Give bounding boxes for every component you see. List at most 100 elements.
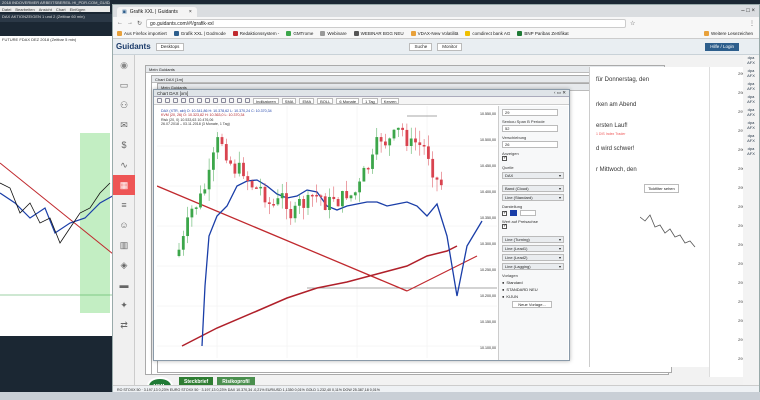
senkou-input[interactable]: 52 (502, 125, 558, 132)
dollar-icon[interactable]: $ (113, 135, 135, 155)
line-style-select[interactable] (520, 210, 536, 216)
tab-close-icon[interactable]: × (189, 9, 192, 15)
reload-icon[interactable]: ↻ (137, 20, 142, 27)
dpa-afx-icon[interactable]: dpa AFX (743, 55, 759, 68)
dpa-afx-icon[interactable]: dpa AFX (743, 107, 759, 120)
candle (285, 193, 288, 209)
band-select[interactable]: Band (Cloud) ▾ (502, 185, 564, 192)
template-option[interactable]: ● Standard (502, 280, 565, 285)
news-item[interactable]: r Mittwoch, den (590, 165, 709, 176)
print-icon[interactable] (221, 98, 226, 103)
line-lagging-select[interactable]: Line (Lagging) ▾ (502, 263, 564, 270)
news-more-button[interactable]: Tickfilter sehen (644, 184, 679, 193)
settings-icon[interactable] (205, 98, 210, 103)
template-option[interactable]: ● KIJUN (502, 294, 565, 299)
bookmark-item[interactable]: WEBINAR BGG NEU (353, 31, 404, 36)
dpa-afx-icon[interactable]: dpa AFX (743, 94, 759, 107)
list-icon[interactable]: ≡ (113, 195, 135, 215)
arrows-icon[interactable]: ⇄ (113, 315, 135, 335)
line-turning-select[interactable]: Line (Turning) ▾ (502, 236, 564, 243)
dpa-afx-icon[interactable]: dpa AFX (743, 68, 759, 81)
people-icon[interactable]: ⚇ (113, 95, 135, 115)
bookmark-star-icon[interactable]: ☆ (630, 20, 635, 27)
bookmark-item[interactable]: Webinare (320, 31, 347, 36)
ema-button[interactable]: EMA (299, 97, 315, 104)
help-login-button[interactable]: Hilfe / Login (705, 42, 739, 51)
source-select[interactable]: DAX ▾ (502, 172, 564, 179)
news-item[interactable]: d wird schwer! (590, 144, 709, 155)
tools-icon[interactable]: ✦ (113, 295, 135, 315)
sma-button[interactable]: SMA (281, 97, 297, 104)
url-input[interactable]: go.guidants.com/#!/grafik-xxl (146, 18, 627, 28)
line-lead1-select[interactable]: Line (Lead1) ▾ (502, 245, 564, 252)
bookmark-item[interactable]: Aus Firefox importiert (117, 31, 167, 36)
chat-icon[interactable]: ✉ (113, 115, 135, 135)
line-lead2-select[interactable]: Line (Lead2) ▾ (502, 254, 564, 261)
chart-type-select[interactable]: Kerzen (380, 97, 400, 104)
news-item[interactable]: rken am Abend (590, 100, 709, 111)
bg-menu-item[interactable]: Bearbeiten (15, 7, 34, 12)
period-input[interactable]: 29 (502, 109, 558, 116)
new-template-button[interactable]: Neue Vorlage... (512, 301, 552, 308)
undo-icon[interactable] (229, 98, 234, 103)
guidants-logo[interactable]: Guidants (116, 42, 151, 51)
monitor-button[interactable]: Monitor (437, 42, 463, 51)
price-chart[interactable] (157, 106, 497, 358)
line-standard-select[interactable]: Line (Standard) ▾ (502, 194, 564, 201)
desktops-button[interactable]: Desktops (155, 42, 185, 51)
grid-icon[interactable]: ▦ (113, 175, 135, 195)
browser-tab[interactable]: ▣ Grafik XXL | Guidants × (117, 7, 197, 17)
cursor-icon[interactable] (157, 98, 162, 103)
text-tool-icon[interactable] (181, 98, 186, 103)
dpa-afx-icon[interactable]: dpa AFX (743, 81, 759, 94)
bg-menu-item[interactable]: Einfügen (70, 7, 86, 12)
dpa-afx-icon[interactable]: dpa AFX (743, 146, 759, 159)
bookmark-item[interactable]: comdirect bank AG (465, 31, 510, 36)
bars-icon[interactable]: ▥ (113, 235, 135, 255)
bookmark-item[interactable]: Weitere Lesezeichen (704, 31, 753, 36)
menu-icon[interactable]: ⋮ (749, 20, 755, 27)
value-axis-checkbox[interactable] (502, 223, 507, 229)
display-checkbox[interactable] (502, 210, 507, 216)
period-select[interactable]: 6 Monate (336, 97, 360, 104)
news-item[interactable]: für Donnerstag, den (590, 75, 709, 86)
news-item[interactable]: ersten Lauf! (590, 121, 709, 132)
chart-window-titlebar[interactable]: Chart DAX [xm] ‹ ▭ ✕ (154, 90, 569, 97)
lock-icon[interactable] (245, 98, 250, 103)
template-option[interactable]: ● STANDARD NEU (502, 287, 565, 292)
back-icon[interactable]: ← (117, 20, 123, 26)
bg-menu-item[interactable]: Ansicht (39, 7, 52, 12)
interval-select[interactable]: 1 Tag (362, 97, 378, 104)
line-tool-icon[interactable] (165, 98, 170, 103)
boll-button[interactable]: BOLL (317, 97, 334, 104)
bookmark-item[interactable]: Grafik XXL | Godmode (173, 31, 226, 36)
person-icon[interactable]: ☺ (113, 215, 135, 235)
avatar[interactable]: ◉ (113, 55, 135, 75)
candle (345, 191, 349, 199)
forward-icon[interactable]: → (127, 20, 133, 26)
bg-menu-item[interactable]: Datei (2, 7, 11, 12)
shift-input[interactable]: 26 (502, 141, 558, 148)
dpa-afx-icon[interactable]: dpa AFX (743, 120, 759, 133)
show-checkbox[interactable] (502, 155, 507, 161)
cube-icon[interactable]: ◈ (113, 255, 135, 275)
monitor-icon[interactable]: ▭ (113, 75, 135, 95)
trash-icon[interactable] (237, 98, 242, 103)
color-swatch[interactable] (510, 210, 517, 216)
indicators-button[interactable]: Indikatoren (253, 97, 279, 104)
search-button[interactable]: Suche (409, 42, 433, 51)
shape-icon[interactable] (189, 98, 194, 103)
bookmark-item[interactable]: VDAX-New Volatilitä (410, 31, 458, 36)
chart-icon[interactable]: ∿ (113, 155, 135, 175)
bg-menu-item[interactable]: Chart (56, 7, 66, 12)
bookmark-item[interactable]: BNP Paribas Zertifikat (517, 31, 569, 36)
window-controls[interactable]: ‹ ▭ ✕ (554, 90, 566, 96)
window-controls[interactable]: – □ × (741, 8, 755, 14)
dpa-afx-icon[interactable]: dpa AFX (743, 133, 759, 146)
zoom-icon[interactable] (197, 98, 202, 103)
bookmark-item[interactable]: Redaktionssystem - (232, 31, 279, 36)
save-icon[interactable] (213, 98, 218, 103)
bookmark-item[interactable]: GMTrome (286, 31, 313, 36)
folder-icon[interactable]: ▬ (113, 275, 135, 295)
fib-icon[interactable] (173, 98, 178, 103)
